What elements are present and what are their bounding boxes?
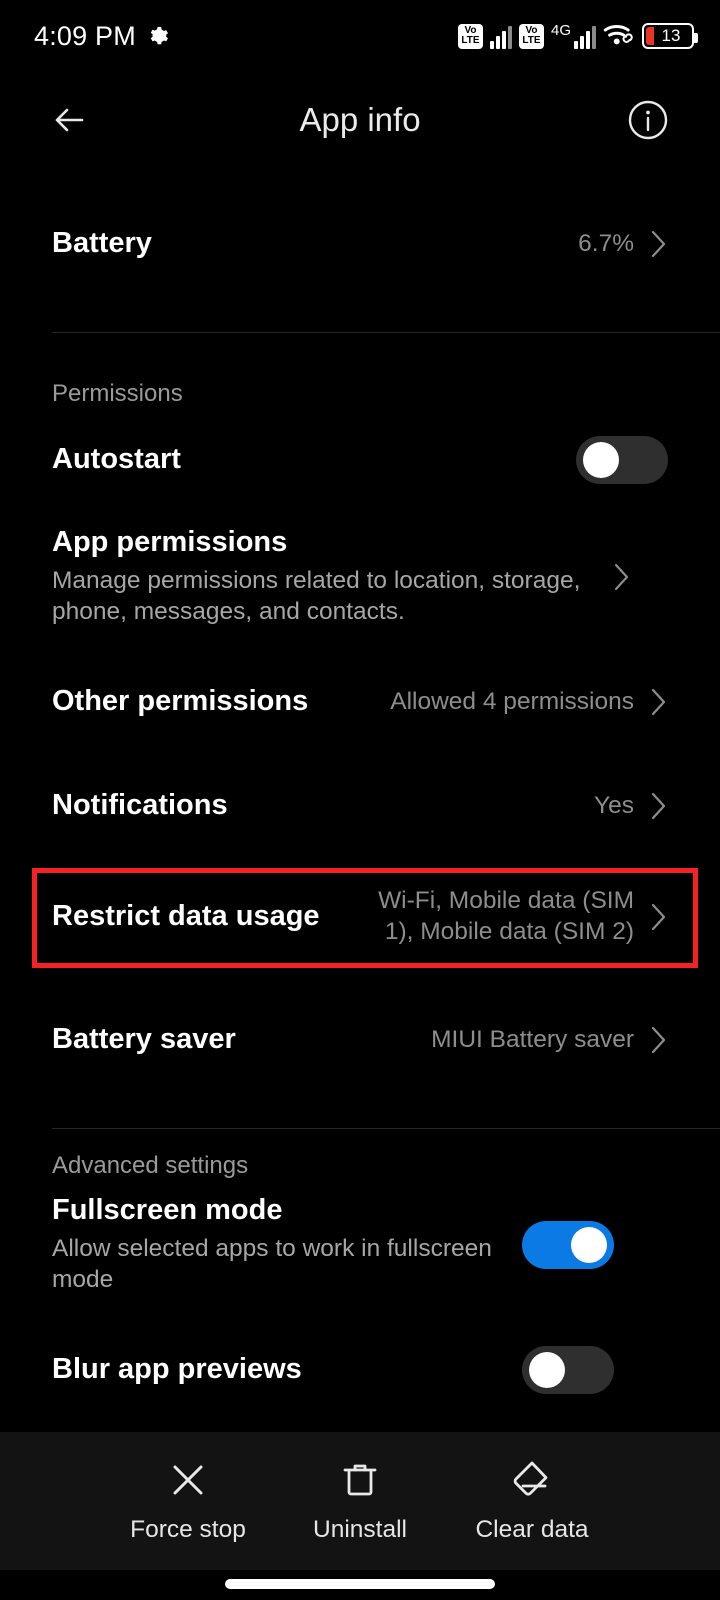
row-restrict-data-usage-title: Restrict data usage: [52, 899, 320, 932]
row-other-permissions-right: Allowed 4 permissions: [390, 687, 668, 718]
row-restrict-data-usage[interactable]: Restrict data usage Wi-Fi, Mobile data (…: [0, 886, 720, 947]
row-battery-right: 6.7%: [578, 229, 668, 260]
row-battery-saver-value: MIUI Battery saver: [431, 1025, 634, 1053]
clear-data-button[interactable]: Clear data: [446, 1458, 618, 1544]
row-fullscreen-mode-left: Fullscreen mode Allow selected apps to w…: [52, 1194, 522, 1296]
row-app-permissions-left: App permissions Manage permissions relat…: [52, 526, 597, 628]
row-fullscreen-mode[interactable]: Fullscreen mode Allow selected apps to w…: [0, 1194, 720, 1296]
page-title: App info: [299, 101, 421, 138]
battery-level-text: 13: [661, 26, 681, 45]
row-notifications-title: Notifications: [52, 789, 228, 822]
back-arrow-icon[interactable]: [46, 97, 92, 143]
row-app-permissions-right: [597, 562, 631, 592]
force-stop-button[interactable]: Force stop: [102, 1458, 274, 1544]
row-other-permissions-left: Other permissions: [52, 685, 390, 718]
gear-icon: [147, 25, 169, 47]
row-blur-app-previews-left: Blur app previews: [52, 1353, 522, 1386]
status-bar: 4:09 PM Vo LTE Vo LTE 4G 13: [0, 0, 720, 72]
row-autostart[interactable]: Autostart: [0, 436, 720, 484]
trash-icon: [338, 1458, 382, 1502]
autostart-toggle[interactable]: [576, 436, 668, 484]
row-other-permissions[interactable]: Other permissions Allowed 4 permissions: [0, 678, 720, 726]
row-fullscreen-mode-title: Fullscreen mode: [52, 1194, 283, 1226]
row-battery-left: Battery: [52, 227, 578, 260]
row-app-permissions-title: App permissions: [52, 526, 288, 558]
signal-bars-sim2: [574, 23, 596, 49]
section-label-advanced: Advanced settings: [52, 1152, 249, 1179]
row-app-permissions[interactable]: App permissions Manage permissions relat…: [0, 526, 720, 628]
divider-advanced: [52, 1128, 720, 1129]
status-bar-right: Vo LTE Vo LTE 4G 13: [457, 21, 698, 52]
row-battery-saver-title: Battery saver: [52, 1023, 236, 1056]
home-indicator[interactable]: [225, 1579, 495, 1589]
section-label-permissions: Permissions: [52, 380, 183, 407]
uninstall-button[interactable]: Uninstall: [274, 1458, 446, 1544]
row-other-permissions-title: Other permissions: [52, 685, 309, 718]
close-x-icon: [166, 1458, 210, 1502]
blur-app-previews-toggle[interactable]: [522, 1346, 614, 1394]
chevron-right-icon: [650, 229, 668, 259]
row-autostart-left: Autostart: [52, 443, 576, 476]
row-notifications-left: Notifications: [52, 789, 594, 822]
row-battery-saver-right: MIUI Battery saver: [431, 1025, 668, 1056]
row-notifications[interactable]: Notifications Yes: [0, 782, 720, 830]
row-battery-saver-left: Battery saver: [52, 1023, 431, 1056]
row-fullscreen-mode-right: [522, 1220, 614, 1269]
info-circle-icon[interactable]: [626, 98, 670, 142]
eraser-icon: [510, 1458, 554, 1502]
row-autostart-title: Autostart: [52, 443, 181, 476]
volte-bottom: LTE: [522, 35, 541, 46]
chevron-right-icon: [613, 562, 631, 592]
row-restrict-data-usage-left: Restrict data usage: [52, 900, 368, 933]
row-blur-app-previews[interactable]: Blur app previews: [0, 1346, 720, 1394]
signal-bars-sim1: [489, 23, 512, 49]
network-type-4g: 4G: [551, 23, 596, 49]
network-label: 4G: [550, 22, 571, 39]
chevron-right-icon: [650, 902, 668, 932]
navigation-bar: [0, 1570, 720, 1600]
uninstall-label: Uninstall: [313, 1516, 407, 1543]
status-bar-left: 4:09 PM: [34, 21, 169, 52]
row-battery-value: 6.7%: [578, 229, 634, 257]
chevron-right-icon: [650, 687, 668, 717]
row-blur-app-previews-title: Blur app previews: [52, 1353, 302, 1386]
row-notifications-value: Yes: [594, 791, 634, 819]
clear-data-label: Clear data: [475, 1516, 589, 1543]
force-stop-label: Force stop: [130, 1516, 246, 1543]
row-autostart-right: [576, 436, 668, 484]
chevron-right-icon: [650, 791, 668, 821]
battery-fill: [646, 27, 654, 45]
volte-icon-sim2: Vo LTE: [518, 23, 544, 49]
battery-icon: 13: [642, 23, 698, 49]
app-info-screen: 4:09 PM Vo LTE Vo LTE 4G 13 App info Bat…: [0, 0, 720, 1600]
row-fullscreen-mode-subtitle: Allow selected apps to work in fullscree…: [52, 1235, 492, 1293]
volte-icon-sim1: Vo LTE: [457, 23, 483, 49]
volte-bottom: LTE: [461, 35, 480, 46]
fullscreen-mode-toggle[interactable]: [522, 1220, 614, 1269]
chevron-right-icon: [650, 1025, 668, 1055]
row-notifications-right: Yes: [594, 791, 668, 822]
status-clock: 4:09 PM: [34, 20, 136, 51]
wifi-icon: [603, 21, 635, 52]
row-restrict-data-usage-right: Wi-Fi, Mobile data (SIM 1), Mobile data …: [368, 886, 668, 947]
row-battery-title: Battery: [52, 227, 152, 260]
row-battery[interactable]: Battery 6.7%: [0, 220, 720, 268]
row-other-permissions-value: Allowed 4 permissions: [390, 687, 634, 715]
app-bar: App info: [0, 72, 720, 168]
bottom-action-bar: Force stop Uninstall Clear data: [0, 1432, 720, 1570]
row-blur-app-previews-right: [522, 1346, 614, 1394]
row-app-permissions-subtitle: Manage permissions related to location, …: [52, 567, 581, 625]
row-restrict-data-usage-value: Wi-Fi, Mobile data (SIM 1), Mobile data …: [378, 887, 634, 945]
divider-top: [52, 332, 720, 333]
row-battery-saver[interactable]: Battery saver MIUI Battery saver: [0, 1016, 720, 1064]
